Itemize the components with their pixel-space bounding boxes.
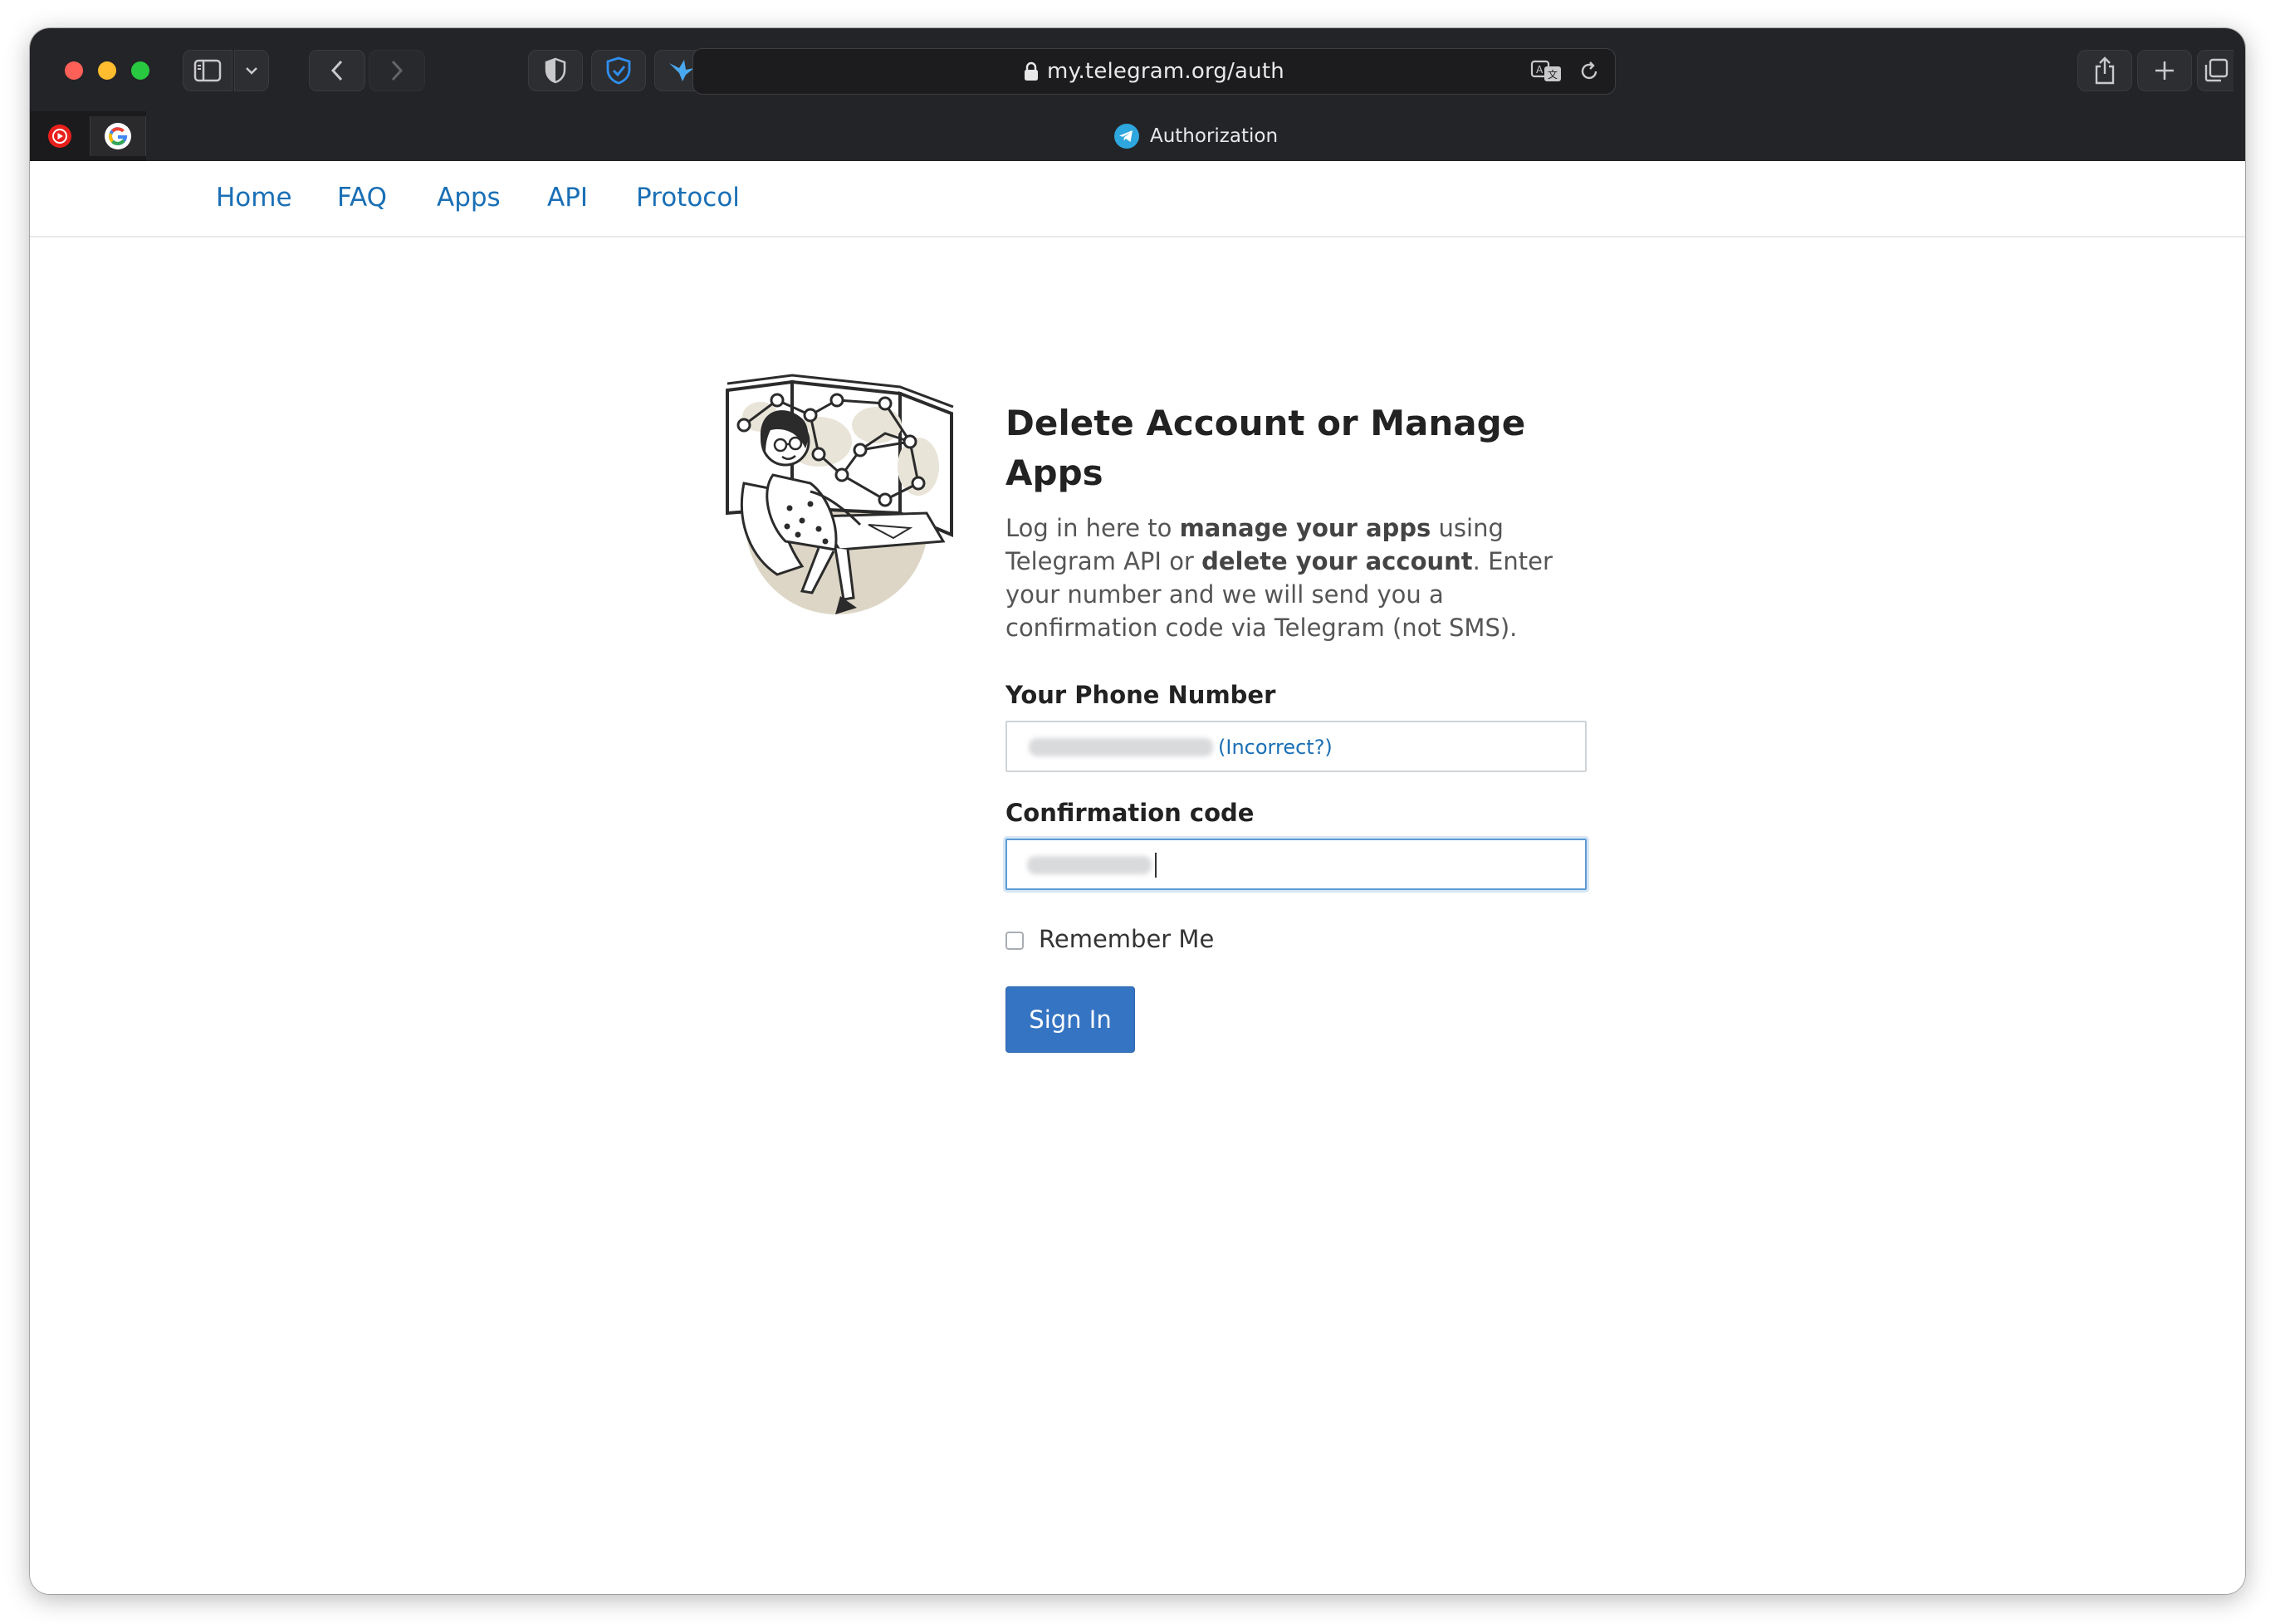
reload-button[interactable] (1578, 49, 1600, 94)
new-tab-button[interactable] (2137, 50, 2192, 91)
bird-icon (669, 60, 694, 81)
svg-text:A: A (1536, 64, 1544, 76)
translate-button[interactable]: A 文 (1530, 49, 1563, 94)
google-icon (105, 123, 131, 149)
browser-toolbar: my.telegram.org/auth A 文 (30, 28, 2245, 111)
text-cursor (1155, 853, 1157, 878)
nav-api-link[interactable]: API (547, 183, 588, 213)
tab-title: Authorization (1149, 125, 1279, 147)
browser-chrome: my.telegram.org/auth A 文 Authorization (30, 28, 2245, 161)
phone-number-label: Your Phone Number (1005, 681, 1276, 709)
phone-number-field[interactable]: (Incorrect?) (1005, 721, 1587, 772)
telegram-icon (1113, 124, 1139, 149)
translate-icon: A 文 (1530, 60, 1561, 81)
page-content: Home FAQ Apps API Protocol Delete Accoun… (30, 161, 2245, 1594)
remember-me-checkbox[interactable] (1005, 932, 1024, 950)
page-description: Log in here to manage your apps using Te… (1005, 514, 1553, 642)
youtube-music-icon (48, 125, 71, 148)
close-window-button[interactable] (65, 61, 83, 80)
privacy-shield-button[interactable] (528, 50, 583, 91)
lock-icon (1025, 61, 1039, 81)
reload-icon (1581, 61, 1597, 80)
pinned-tab-google[interactable] (90, 116, 146, 156)
shield-icon (545, 57, 566, 84)
minimize-window-button[interactable] (98, 61, 116, 80)
share-button[interactable] (2077, 50, 2132, 91)
forward-button[interactable] (369, 50, 425, 91)
confirmation-code-value-redacted (1027, 856, 1152, 874)
sidebar-toggle-button[interactable] (183, 50, 232, 91)
address-url: my.telegram.org/auth (1047, 59, 1284, 84)
sidebar-icon (193, 59, 222, 82)
tab-overview-button[interactable] (2197, 50, 2233, 91)
incorrect-phone-link[interactable]: (Incorrect?) (1218, 736, 1333, 759)
zoom-window-button[interactable] (131, 61, 149, 80)
back-button[interactable] (309, 50, 365, 91)
svg-text:文: 文 (1548, 68, 1558, 81)
shield-check-icon (606, 56, 631, 85)
tab-overview-icon (2204, 58, 2228, 82)
chevron-right-icon (391, 60, 404, 81)
share-icon (2095, 56, 2115, 85)
pinned-tab-youtube-music[interactable] (32, 116, 88, 156)
active-tab[interactable]: Authorization (146, 111, 2245, 161)
bitwarden-extension-button[interactable] (591, 50, 646, 91)
browser-window: my.telegram.org/auth A 文 Authorization H… (30, 28, 2245, 1594)
plus-icon (2155, 61, 2174, 80)
woman-at-map-illustration (726, 374, 954, 614)
address-bar[interactable]: my.telegram.org/auth A 文 (692, 48, 1616, 95)
chevron-left-icon (330, 60, 343, 81)
nav-protocol-link[interactable]: Protocol (636, 183, 740, 213)
confirmation-code-label: Confirmation code (1005, 799, 1255, 827)
confirmation-code-input[interactable] (1005, 839, 1587, 890)
sign-in-button[interactable]: Sign In (1005, 986, 1135, 1053)
phone-number-value-redacted (1029, 738, 1213, 756)
tab-bar: Authorization (30, 111, 2245, 161)
remember-me-label: Remember Me (1039, 925, 1215, 953)
nav-faq-link[interactable]: FAQ (337, 183, 387, 213)
page-title: Delete Account or Manage Apps (1005, 403, 1526, 493)
top-navigation: Home FAQ Apps API Protocol (30, 161, 2245, 237)
nav-apps-link[interactable]: Apps (437, 183, 501, 213)
login-form-section: Delete Account or Manage Apps Log in her… (1005, 399, 1600, 1053)
nav-home-link[interactable]: Home (216, 183, 292, 213)
chevron-down-icon (246, 67, 257, 75)
tab-group-dropdown-button[interactable] (234, 50, 269, 91)
